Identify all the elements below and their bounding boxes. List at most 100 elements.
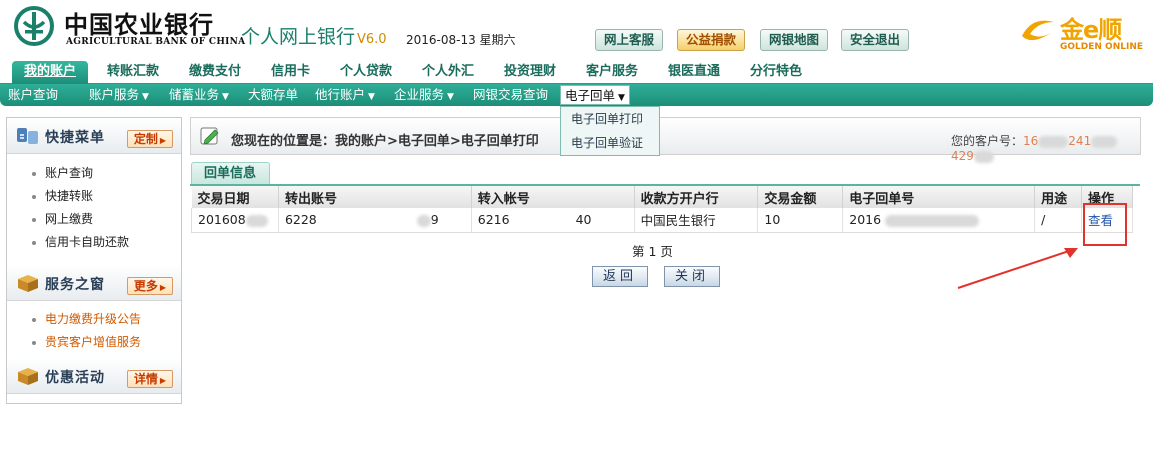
service-window-list: 电力缴费升级公告 贵宾客户增值服务 <box>7 308 181 354</box>
customer-number-mid: 241 <box>1068 134 1092 148</box>
sub-nav: 账户查询 账户服务 ▼ 储蓄业务 ▼ 大额存单 他行账户 ▼ 企业服务 ▼ 网银交易查询… <box>0 84 1153 106</box>
subnav-label: 电子回单 <box>565 88 616 103</box>
subnav-other-bank[interactable]: 他行账户 ▼ <box>315 87 375 103</box>
sidebar-link-power-notice[interactable]: 电力缴费升级公告 <box>7 308 181 331</box>
masked-value <box>1038 135 1069 148</box>
subnav-label: 企业服务 <box>394 87 445 102</box>
table-header-row: 交易日期 转出账号 转入帐号 收款方开户行 交易金额 电子回单号 用途 操作 <box>191 186 1133 208</box>
tab-transfer[interactable]: 转账汇款 <box>107 61 159 84</box>
bank-map-button[interactable]: 网银地图 <box>760 29 829 51</box>
col-header-date: 交易日期 <box>191 186 279 208</box>
masked-value <box>245 214 268 227</box>
col-header-amount: 交易金额 <box>757 186 844 208</box>
promotions-header: 优惠活动 详情 ▶ <box>7 358 181 394</box>
chevron-down-icon: ▼ <box>368 92 375 102</box>
menu-item-receipt-print[interactable]: 电子回单打印 <box>561 107 659 131</box>
masked-value <box>416 214 431 227</box>
quick-menu-list: 账户查询 快捷转账 网上缴费 信用卡自助还款 <box>7 162 181 254</box>
subnav-account-query[interactable]: 账户查询 <box>8 87 58 103</box>
sidebar-link-quick-transfer[interactable]: 快捷转账 <box>7 185 181 208</box>
more-button[interactable]: 更多 ▶ <box>127 277 173 295</box>
from-account-head: 6228 <box>284 212 317 228</box>
menu-item-receipt-verify[interactable]: 电子回单验证 <box>561 131 659 155</box>
left-sidebar: 快捷菜单 定制 ▶ 账户查询 快捷转账 网上缴费 信用卡自助还款 服务之窗 更多 ▶… <box>6 117 182 404</box>
subnav-savings[interactable]: 储蓄业务 ▼ <box>169 87 229 103</box>
site-version: V6.0 <box>357 32 387 47</box>
abc-logo-icon <box>14 6 54 46</box>
col-header-receipt-no: 电子回单号 <box>842 186 1036 208</box>
golden-online-logo-icon <box>1022 20 1054 41</box>
back-button[interactable]: 返回 <box>592 266 648 287</box>
close-button[interactable]: 关闭 <box>664 266 720 287</box>
service-box-icon <box>18 275 38 292</box>
from-account-tail: 9 <box>430 212 439 228</box>
to-account-tail: 40 <box>575 212 592 228</box>
sidebar-link-credit-repay[interactable]: 信用卡自助还款 <box>7 231 181 254</box>
charity-donation-button[interactable]: 公益捐款 <box>677 29 746 51</box>
subnav-enterprise[interactable]: 企业服务 ▼ <box>394 87 454 103</box>
tab-receipt-info[interactable]: 回单信息 <box>191 162 270 184</box>
cell-date: 201608 <box>191 208 279 233</box>
sidebar-link-vip-service[interactable]: 贵宾客户增值服务 <box>7 331 181 354</box>
more-label: 更多 <box>133 279 158 293</box>
cell-purpose: / <box>1034 208 1083 233</box>
receipt-no-head: 2016 <box>849 212 882 228</box>
subnav-account-service[interactable]: 账户服务 ▼ <box>89 87 149 103</box>
golden-online-logo-cn: 金e顺 <box>1060 16 1122 44</box>
date-value: 201608 <box>198 212 246 228</box>
chevron-down-icon: ▼ <box>142 92 149 102</box>
tab-investment[interactable]: 投资理财 <box>504 61 556 84</box>
subnav-label: 他行账户 <box>315 87 366 102</box>
col-header-payee-bank: 收款方开户行 <box>634 186 759 208</box>
main-nav: 我的账户 转账汇款 缴费支付 信用卡 个人贷款 个人外汇 投资理财 客户服务 银… <box>0 58 1153 84</box>
quick-menu-icon <box>17 128 38 144</box>
subnav-large-deposit[interactable]: 大额存单 <box>248 87 298 103</box>
cell-to-account: 6216 40 <box>471 208 635 233</box>
arrow-right-icon: ▶ <box>159 283 167 292</box>
subnav-label: 大额存单 <box>248 87 299 102</box>
site-title-text: 个人网上银行 <box>241 26 356 48</box>
current-date: 2016-08-13 星期六 <box>406 33 516 47</box>
customer-number: 您的客户号：16 241 429 <box>951 132 1140 163</box>
subnav-label: 网银交易查询 <box>473 87 549 102</box>
tab-medical[interactable]: 银医直通 <box>668 61 720 84</box>
col-header-to-account: 转入帐号 <box>471 186 635 208</box>
header: 中国农业银行 AGRICULTURAL BANK OF CHINA 个人网上银行… <box>0 0 1153 58</box>
customize-button[interactable]: 定制 ▶ <box>127 130 173 148</box>
tab-my-account[interactable]: 我的账户 <box>12 61 89 84</box>
table-row: 201608 6228 9 6216 40 中国民生银行 10 2016 / 查看 <box>191 208 1133 233</box>
tab-credit-card[interactable]: 信用卡 <box>271 61 310 84</box>
location-bar: 您现在的位置是：我的账户>电子回单>电子回单打印 您的客户号：16 241 429 <box>190 117 1141 163</box>
subnav-label: 账户查询 <box>8 87 59 102</box>
subnav-e-receipt[interactable]: 电子回单 ▼ <box>560 85 630 105</box>
cell-payee-bank: 中国民生银行 <box>634 208 759 233</box>
col-header-from-account: 转出账号 <box>278 186 472 208</box>
tab-foreign-exchange[interactable]: 个人外汇 <box>422 61 474 84</box>
arrow-right-icon: ▶ <box>159 376 167 385</box>
location-pen-icon <box>200 127 219 145</box>
chevron-down-icon: ▼ <box>222 92 229 102</box>
golden-online-logo-en: GOLDEN ONLINE <box>1060 42 1144 52</box>
details-button[interactable]: 详情 ▶ <box>127 370 173 388</box>
tab-payment[interactable]: 缴费支付 <box>189 61 241 84</box>
gift-box-icon <box>18 368 38 385</box>
bank-name-cn: 中国农业银行 <box>64 10 214 39</box>
subnav-label: 账户服务 <box>89 87 140 102</box>
sidebar-link-online-payment[interactable]: 网上缴费 <box>7 208 181 231</box>
promotions-title: 优惠活动 <box>45 370 105 386</box>
details-label: 详情 <box>133 372 158 386</box>
service-window-header: 服务之窗 更多 ▶ <box>7 265 181 301</box>
tab-branch-features[interactable]: 分行特色 <box>750 61 802 84</box>
logout-button[interactable]: 安全退出 <box>841 29 910 51</box>
e-receipt-dropdown: 电子回单打印 电子回单验证 <box>560 106 660 156</box>
subnav-transaction-query[interactable]: 网银交易查询 <box>473 87 548 103</box>
site-title: 个人网上银行 V6.0 <box>241 22 387 49</box>
cell-amount: 10 <box>757 208 844 233</box>
tab-personal-loan[interactable]: 个人贷款 <box>340 61 392 84</box>
customize-label: 定制 <box>133 132 158 146</box>
online-service-button[interactable]: 网上客服 <box>595 29 664 51</box>
sidebar-link-account-query[interactable]: 账户查询 <box>7 162 181 185</box>
tab-customer-service[interactable]: 客户服务 <box>586 61 638 84</box>
customer-number-label: 您的客户号： <box>951 134 1024 148</box>
customer-number-head: 16 <box>1023 134 1039 148</box>
